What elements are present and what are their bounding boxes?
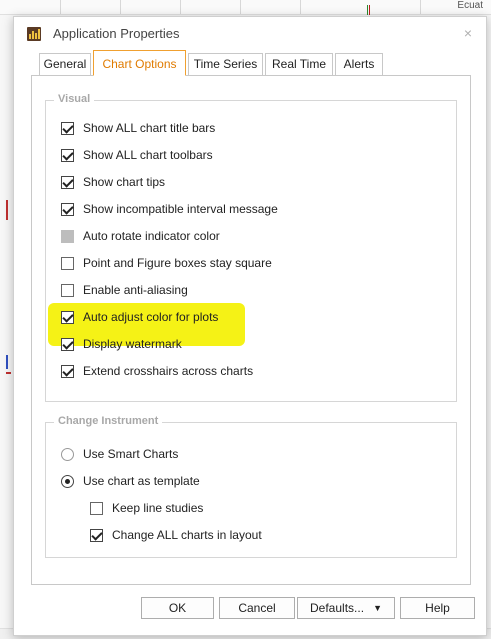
checkbox[interactable] [90, 501, 103, 515]
option-show-chart-tips[interactable]: Show chart tips [61, 173, 165, 191]
checkbox[interactable] [61, 148, 74, 162]
checkbox[interactable] [61, 121, 74, 135]
radio-label: Use Smart Charts [83, 447, 179, 461]
dialog-title: Application Properties [53, 26, 180, 41]
dialog-titlebar: Application Properties × [14, 17, 486, 51]
radio-use-template[interactable]: Use chart as template [61, 472, 200, 490]
checkbox[interactable] [61, 256, 74, 270]
cancel-button[interactable]: Cancel [219, 597, 295, 619]
checkbox[interactable] [61, 310, 74, 324]
background-divider [300, 0, 301, 14]
option-extend-crosshairs[interactable]: Extend crosshairs across charts [61, 362, 253, 380]
option-label: Extend crosshairs across charts [83, 364, 254, 378]
tab-time-series[interactable]: Time Series [188, 53, 263, 75]
background-marker [367, 2, 371, 15]
background-divider [240, 0, 241, 14]
tab-real-time[interactable]: Real Time [265, 53, 333, 75]
chevron-down-icon: ▼ [373, 603, 382, 613]
option-anti-aliasing[interactable]: Enable anti-aliasing [61, 281, 188, 299]
radio-button[interactable] [61, 447, 74, 461]
close-icon[interactable]: × [464, 25, 472, 41]
ok-button[interactable]: OK [141, 597, 214, 619]
visual-group-title: Visual [54, 93, 95, 105]
tab-general[interactable]: General [39, 53, 91, 75]
background-chart-tick [6, 372, 11, 374]
application-properties-dialog: Application Properties × General Chart O… [13, 16, 487, 636]
option-label: Show ALL chart title bars [83, 121, 216, 135]
checkbox[interactable] [61, 364, 74, 378]
option-show-toolbars[interactable]: Show ALL chart toolbars [61, 146, 213, 164]
option-incompatible-interval[interactable]: Show incompatible interval message [61, 200, 278, 218]
option-label: Auto adjust color for plots [83, 310, 219, 324]
option-label: Auto rotate indicator color [83, 229, 220, 243]
chart-options-panel: Visual Show ALL chart title bars Show AL… [31, 75, 471, 585]
checkbox[interactable] [90, 528, 103, 542]
option-pnf-square[interactable]: Point and Figure boxes stay square [61, 254, 272, 272]
checkbox[interactable] [61, 175, 74, 189]
radio-use-smart-charts[interactable]: Use Smart Charts [61, 445, 178, 463]
background-divider [120, 0, 121, 14]
option-label: Enable anti-aliasing [83, 283, 188, 297]
option-label: Point and Figure boxes stay square [83, 256, 272, 270]
checkbox[interactable] [61, 337, 74, 351]
option-auto-rotate-color: Auto rotate indicator color [61, 227, 220, 245]
background-divider [60, 0, 61, 14]
option-auto-adjust-color[interactable]: Auto adjust color for plots [61, 308, 218, 326]
option-show-title-bars[interactable]: Show ALL chart title bars [61, 119, 215, 137]
background-toolbar: Ecuat [0, 0, 491, 15]
radio-label: Use chart as template [83, 474, 200, 488]
cancel-button-label: Cancel [238, 601, 276, 615]
tab-alerts[interactable]: Alerts [335, 53, 383, 75]
radio-button[interactable] [61, 474, 74, 488]
tab-chart-options[interactable]: Chart Options [93, 50, 186, 76]
checkbox[interactable] [61, 283, 74, 297]
help-button[interactable]: Help [400, 597, 475, 619]
checkbox[interactable] [61, 202, 74, 216]
option-label: Change ALL charts in layout [112, 528, 262, 542]
background-label: Ecuat [457, 0, 483, 11]
defaults-button-label: Defaults... [310, 601, 365, 615]
option-keep-line-studies[interactable]: Keep line studies [90, 499, 203, 517]
background-divider [180, 0, 181, 14]
option-label: Keep line studies [112, 501, 204, 515]
background-chart-tick [6, 355, 8, 369]
option-label: Display watermark [83, 337, 182, 351]
option-label: Show ALL chart toolbars [83, 148, 213, 162]
defaults-dropdown-button[interactable]: Defaults... ▼ [297, 597, 395, 619]
option-change-all-charts[interactable]: Change ALL charts in layout [90, 526, 262, 544]
option-display-watermark[interactable]: Display watermark [61, 335, 182, 353]
option-label: Show chart tips [83, 175, 166, 189]
background-divider [420, 0, 421, 14]
change-instrument-group-title: Change Instrument [54, 415, 163, 427]
background-chart-tick [6, 200, 8, 220]
checkbox-disabled [61, 229, 74, 243]
app-chart-icon [27, 27, 41, 41]
option-label: Show incompatible interval message [83, 202, 278, 216]
